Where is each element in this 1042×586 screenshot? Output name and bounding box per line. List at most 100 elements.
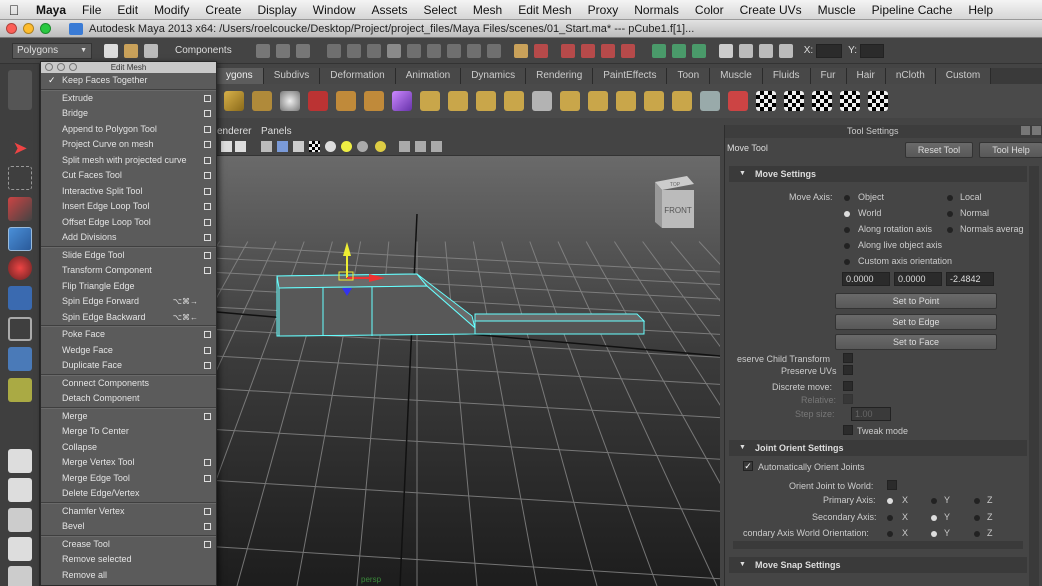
mirror-icon[interactable] bbox=[504, 91, 524, 111]
menubar-item-select[interactable]: Select bbox=[416, 3, 465, 17]
shelf-tab-toon[interactable]: Toon bbox=[667, 68, 711, 84]
save-scene-icon[interactable] bbox=[144, 43, 158, 58]
viewport-menu-panels[interactable]: Panels bbox=[261, 126, 292, 137]
menu-item-duplicate-face[interactable]: Duplicate Face bbox=[41, 358, 216, 374]
menubar-item-display[interactable]: Display bbox=[249, 3, 304, 17]
radio-along-live[interactable] bbox=[844, 243, 850, 249]
four-pane-layout-icon[interactable] bbox=[8, 478, 32, 502]
tool-help-button[interactable]: Tool Help bbox=[979, 142, 1042, 158]
hypershade-icon[interactable] bbox=[620, 43, 635, 58]
menu-minimize-icon[interactable] bbox=[57, 63, 65, 71]
primary-axis-y-radio[interactable] bbox=[931, 498, 937, 504]
wireframe-on-shaded-icon[interactable] bbox=[293, 141, 304, 152]
shelf-tab-dynamics[interactable]: Dynamics bbox=[461, 68, 527, 84]
secondary-axis-x-radio[interactable] bbox=[887, 515, 893, 521]
horizontal-scrollbar[interactable] bbox=[733, 541, 1023, 549]
radio-custom-axis[interactable] bbox=[844, 259, 850, 265]
cylindrical-map-icon[interactable] bbox=[812, 91, 832, 111]
select-hierarchy-icon[interactable] bbox=[255, 43, 270, 58]
history-icon[interactable] bbox=[533, 43, 548, 58]
custom-axis-y-field[interactable]: 0.0000 bbox=[894, 272, 942, 286]
textured-icon[interactable] bbox=[309, 141, 320, 152]
smooth-shade-icon[interactable] bbox=[277, 141, 288, 152]
shelf-tab-ygons[interactable]: ygons bbox=[216, 68, 264, 84]
xray-joints-icon[interactable] bbox=[431, 141, 442, 152]
mask-uv-icon[interactable] bbox=[386, 43, 401, 58]
menu-item-poke-face[interactable]: Poke Face bbox=[41, 327, 216, 343]
menu-item-split-mesh-with-projected-curve[interactable]: Split mesh with projected curve bbox=[41, 153, 216, 169]
insert-loop-icon[interactable] bbox=[672, 91, 692, 111]
shadows-icon[interactable] bbox=[341, 141, 352, 152]
layout-handle[interactable] bbox=[8, 70, 32, 110]
radio-local[interactable] bbox=[947, 195, 953, 201]
secondary-axis-y-radio[interactable] bbox=[931, 515, 937, 521]
poly-sphere-icon[interactable] bbox=[280, 91, 300, 111]
separate-icon[interactable] bbox=[364, 91, 384, 111]
option-box-icon[interactable] bbox=[204, 234, 211, 241]
menu-item-keep-faces-together[interactable]: Keep Faces Together bbox=[41, 73, 216, 89]
reduce-icon[interactable] bbox=[476, 91, 496, 111]
menubar-item-color[interactable]: Color bbox=[687, 3, 732, 17]
shelf-tab-hair[interactable]: Hair bbox=[846, 68, 886, 84]
outliner-layout-icon[interactable] bbox=[8, 508, 32, 532]
combine-icon[interactable] bbox=[336, 91, 356, 111]
transform-absolute-icon[interactable] bbox=[691, 43, 706, 58]
apple-icon[interactable]:  bbox=[0, 2, 28, 18]
option-box-icon[interactable] bbox=[204, 251, 211, 259]
select-component-icon[interactable] bbox=[295, 43, 310, 58]
menu-item-insert-edge-loop-tool[interactable]: Insert Edge Loop Tool bbox=[41, 199, 216, 215]
shelf-tab-custom[interactable]: Custom bbox=[935, 68, 992, 84]
radio-normals-average[interactable] bbox=[947, 227, 953, 233]
menu-item-crease-tool[interactable]: Crease Tool bbox=[41, 537, 216, 553]
menu-item-spin-edge-backward[interactable]: Spin Edge Backward ⌥⌘← bbox=[41, 310, 216, 326]
ao-icon[interactable] bbox=[357, 141, 368, 152]
option-box-icon[interactable] bbox=[204, 187, 211, 195]
secondary-axis-z-radio[interactable] bbox=[974, 515, 980, 521]
secondary-world-z-radio[interactable] bbox=[974, 531, 980, 537]
viewport-menu-renderer[interactable]: enderer bbox=[217, 126, 251, 137]
radio-object[interactable] bbox=[844, 195, 850, 201]
menu-item-add-divisions[interactable]: Add Divisions bbox=[41, 230, 216, 246]
reset-tool-button[interactable]: Reset Tool bbox=[905, 142, 973, 158]
persp-graph-layout-icon[interactable] bbox=[8, 537, 32, 561]
spherical-map-icon[interactable] bbox=[840, 91, 860, 111]
x-field[interactable] bbox=[816, 43, 843, 58]
menu-item-delete-edge-vertex[interactable]: Delete Edge/Vertex bbox=[41, 486, 216, 502]
render-settings-icon[interactable] bbox=[600, 43, 615, 58]
shelf-tab-subdivs[interactable]: Subdivs bbox=[263, 68, 321, 84]
components-label[interactable]: Components bbox=[171, 43, 236, 59]
smooth-icon[interactable] bbox=[448, 91, 468, 111]
shelf-tab-fur[interactable]: Fur bbox=[810, 68, 847, 84]
fill-hole-icon[interactable] bbox=[532, 91, 552, 111]
menu-item-merge-edge-tool[interactable]: Merge Edge Tool bbox=[41, 471, 216, 487]
ipr-render-icon[interactable] bbox=[580, 43, 595, 58]
radio-world[interactable] bbox=[844, 211, 850, 217]
poly-cone-icon[interactable] bbox=[224, 91, 244, 111]
select-tool-icon[interactable]: ➤ bbox=[8, 138, 32, 162]
layer-editor-icon[interactable] bbox=[778, 43, 793, 58]
menubar-item-assets[interactable]: Assets bbox=[363, 3, 415, 17]
primary-axis-x-radio[interactable] bbox=[887, 498, 893, 504]
secondary-world-y-radio[interactable] bbox=[931, 531, 937, 537]
shelf-tab-rendering[interactable]: Rendering bbox=[526, 68, 594, 84]
menu-zoom-icon[interactable] bbox=[69, 63, 77, 71]
menu-item-merge-to-center[interactable]: Merge To Center bbox=[41, 424, 216, 440]
menu-item-merge[interactable]: Merge bbox=[41, 409, 216, 425]
menu-item-append-to-polygon-tool[interactable]: Append to Polygon Tool bbox=[41, 122, 216, 138]
snap-curve-icon[interactable] bbox=[426, 43, 441, 58]
discrete-move-checkbox[interactable] bbox=[843, 381, 853, 391]
option-box-icon[interactable] bbox=[204, 203, 211, 210]
option-box-icon[interactable] bbox=[204, 474, 211, 482]
motion-blur-icon[interactable] bbox=[375, 141, 386, 152]
option-box-icon[interactable] bbox=[204, 156, 211, 164]
snap-point-icon[interactable] bbox=[446, 43, 461, 58]
option-box-icon[interactable] bbox=[204, 346, 211, 354]
menu-item-wedge-face[interactable]: Wedge Face bbox=[41, 343, 216, 359]
close-window-icon[interactable] bbox=[6, 23, 17, 34]
menu-item-project-curve-on-mesh[interactable]: Project Curve on mesh bbox=[41, 137, 216, 153]
shelf-tab-painteffects[interactable]: PaintEffects bbox=[593, 68, 668, 84]
custom-axis-z-field[interactable]: -2.4842 bbox=[946, 272, 994, 286]
menu-item-remove-all[interactable]: Remove all bbox=[41, 568, 216, 584]
close-panel-icon[interactable] bbox=[1032, 126, 1041, 135]
paint-select-icon[interactable] bbox=[8, 197, 32, 221]
